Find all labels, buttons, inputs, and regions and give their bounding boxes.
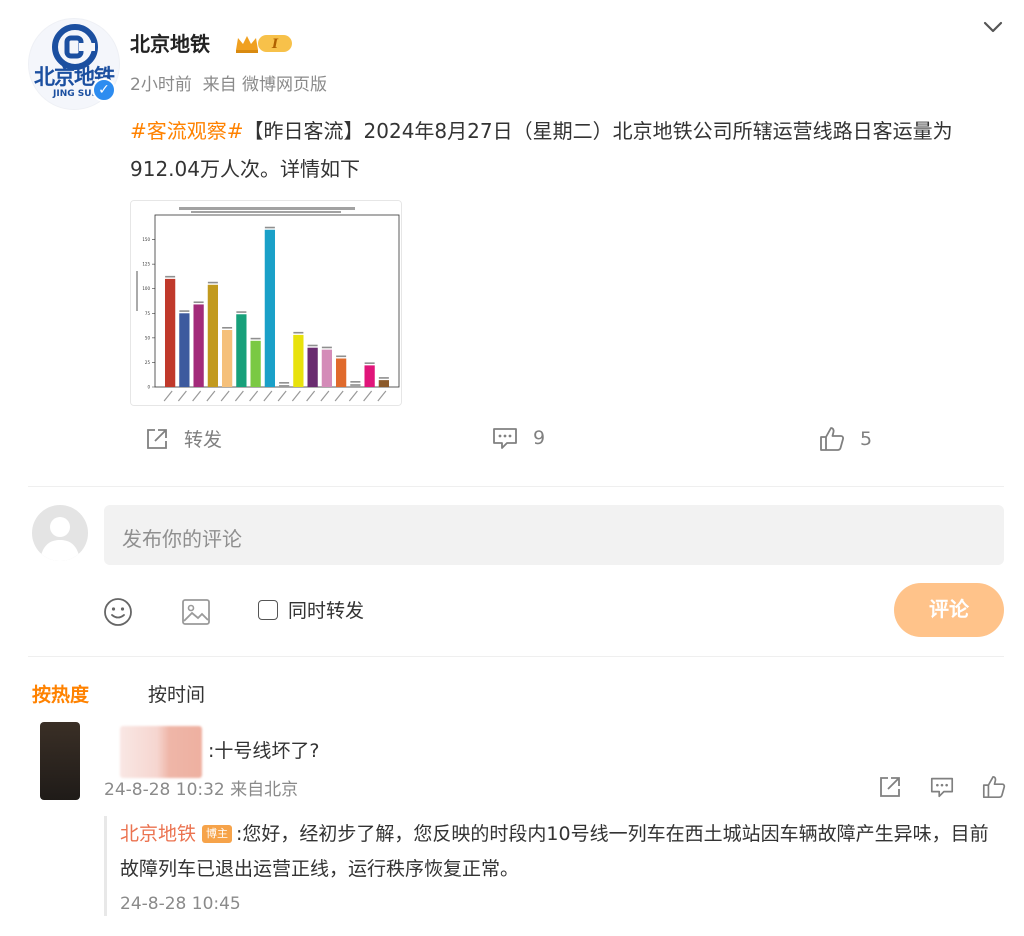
bar-8	[278, 385, 290, 387]
comment-icon[interactable]	[929, 774, 955, 800]
bar-7	[264, 229, 276, 387]
user-placeholder-icon	[40, 517, 80, 561]
tab-sort-hot[interactable]: 按热度	[32, 680, 89, 707]
repost-action[interactable]: 转发	[144, 425, 222, 452]
y-tick-label-5: 125	[142, 262, 150, 267]
post-meta: 2小时前 来自 微博网页版	[130, 75, 328, 95]
bar-9	[293, 334, 304, 387]
thumbs-up-icon	[820, 427, 845, 451]
bar-value-label-6	[250, 337, 261, 340]
submit-comment-button[interactable]: 评论	[894, 583, 1004, 637]
bar-4	[221, 329, 233, 387]
bar-15	[378, 380, 390, 387]
reply-time: 24-8-28 10:45	[120, 894, 241, 914]
y-tick-label-4: 100	[142, 286, 150, 291]
bar-value-label-12	[336, 355, 347, 358]
bar-5	[236, 314, 247, 387]
emoji-icon[interactable]	[102, 596, 134, 628]
like-action[interactable]: 5	[818, 425, 872, 453]
blogger-badge: 博主	[202, 825, 233, 843]
share-icon[interactable]	[877, 774, 903, 800]
image-icon[interactable]	[180, 596, 212, 628]
post-text: 【昨日客流】2024年8月27日（星期二）北京地铁公司所辖运营线路日客运量为91…	[130, 119, 953, 181]
y-tick-label-2: 50	[145, 335, 151, 340]
bar-value-label-10	[307, 344, 318, 347]
comment-icon	[493, 428, 517, 449]
bar-13	[350, 384, 361, 387]
reply-text: :您好，经初步了解，您反映的时段内10号线一列车在西土城站因车辆故障产生异味，目…	[120, 823, 989, 880]
comment-action[interactable]: 9	[491, 425, 545, 451]
bar-3	[207, 284, 219, 387]
bar-value-label-13	[350, 381, 361, 383]
y-tick-label-1: 25	[145, 360, 151, 365]
bar-14	[364, 365, 375, 387]
bar-value-label-2	[193, 301, 204, 304]
chart-title-blur-0	[179, 207, 355, 210]
repost-label: 转发	[184, 429, 223, 451]
repost-checkbox[interactable]	[258, 599, 278, 620]
current-user-avatar	[32, 505, 88, 561]
repost-option[interactable]: 同时转发	[258, 596, 364, 623]
comment-count: 9	[533, 427, 546, 449]
verified-icon: ✓	[92, 78, 116, 102]
commenter-avatar[interactable]	[40, 722, 80, 800]
comment-meta: 24-8-28 10:32 来自北京	[104, 780, 299, 800]
bar-value-label-15	[378, 377, 389, 379]
chevron-down-icon[interactable]	[980, 14, 1006, 40]
comment-text: :十号线坏了?	[208, 740, 320, 762]
topic-link[interactable]: #客流观察#	[130, 119, 244, 143]
y-axis-label-blur	[136, 271, 138, 311]
bar-value-label-11	[321, 346, 332, 349]
bar-value-label-7	[264, 226, 275, 229]
chart-title-blur-1	[191, 211, 341, 213]
bar-0	[164, 278, 176, 387]
tab-sort-time[interactable]: 按时间	[148, 680, 205, 707]
bar-value-label-5	[236, 311, 247, 313]
bar-1	[179, 313, 190, 387]
bar-2	[193, 304, 204, 387]
comment-input[interactable]: 发布你的评论	[104, 505, 1004, 565]
divider	[28, 486, 1004, 487]
bar-chart: 0255075100125150	[131, 201, 401, 405]
post-body: #客流观察#【昨日客流】2024年8月27日（星期二）北京地铁公司所辖运营线路日…	[130, 112, 1000, 188]
bar-value-label-0	[165, 275, 176, 278]
y-tick-label-6: 150	[142, 237, 150, 242]
bar-value-label-3	[207, 281, 218, 284]
bar-11	[321, 349, 333, 387]
commenter-name-blurred[interactable]	[120, 726, 202, 778]
chart-thumbnail[interactable]: 0 25 50 75 100 125 150	[130, 200, 402, 406]
bar-12	[335, 358, 347, 387]
bar-value-label-1	[179, 310, 190, 312]
reply-divider	[104, 816, 107, 916]
repost-option-label: 同时转发	[288, 600, 365, 622]
bar-value-label-14	[364, 362, 375, 364]
bar-value-label-9	[293, 331, 304, 334]
bar-10	[307, 347, 318, 387]
bar-6	[250, 340, 261, 387]
share-icon	[147, 428, 167, 449]
reply: 北京地铁 博主:您好，经初步了解，您反映的时段内10号线一列车在西土城站因车辆故障…	[120, 817, 1000, 887]
divider	[28, 656, 1004, 657]
badge-level: I	[271, 37, 279, 52]
bar-value-label-8	[279, 382, 290, 384]
thumbs-up-icon[interactable]	[981, 774, 1007, 800]
user-name[interactable]: 北京地铁	[130, 28, 210, 57]
like-count: 5	[860, 428, 873, 450]
y-tick-label-3: 75	[145, 311, 151, 316]
member-crown-badge-icon[interactable]: I	[234, 32, 294, 54]
reply-author[interactable]: 北京地铁	[120, 823, 196, 845]
bar-value-label-4	[222, 326, 233, 329]
